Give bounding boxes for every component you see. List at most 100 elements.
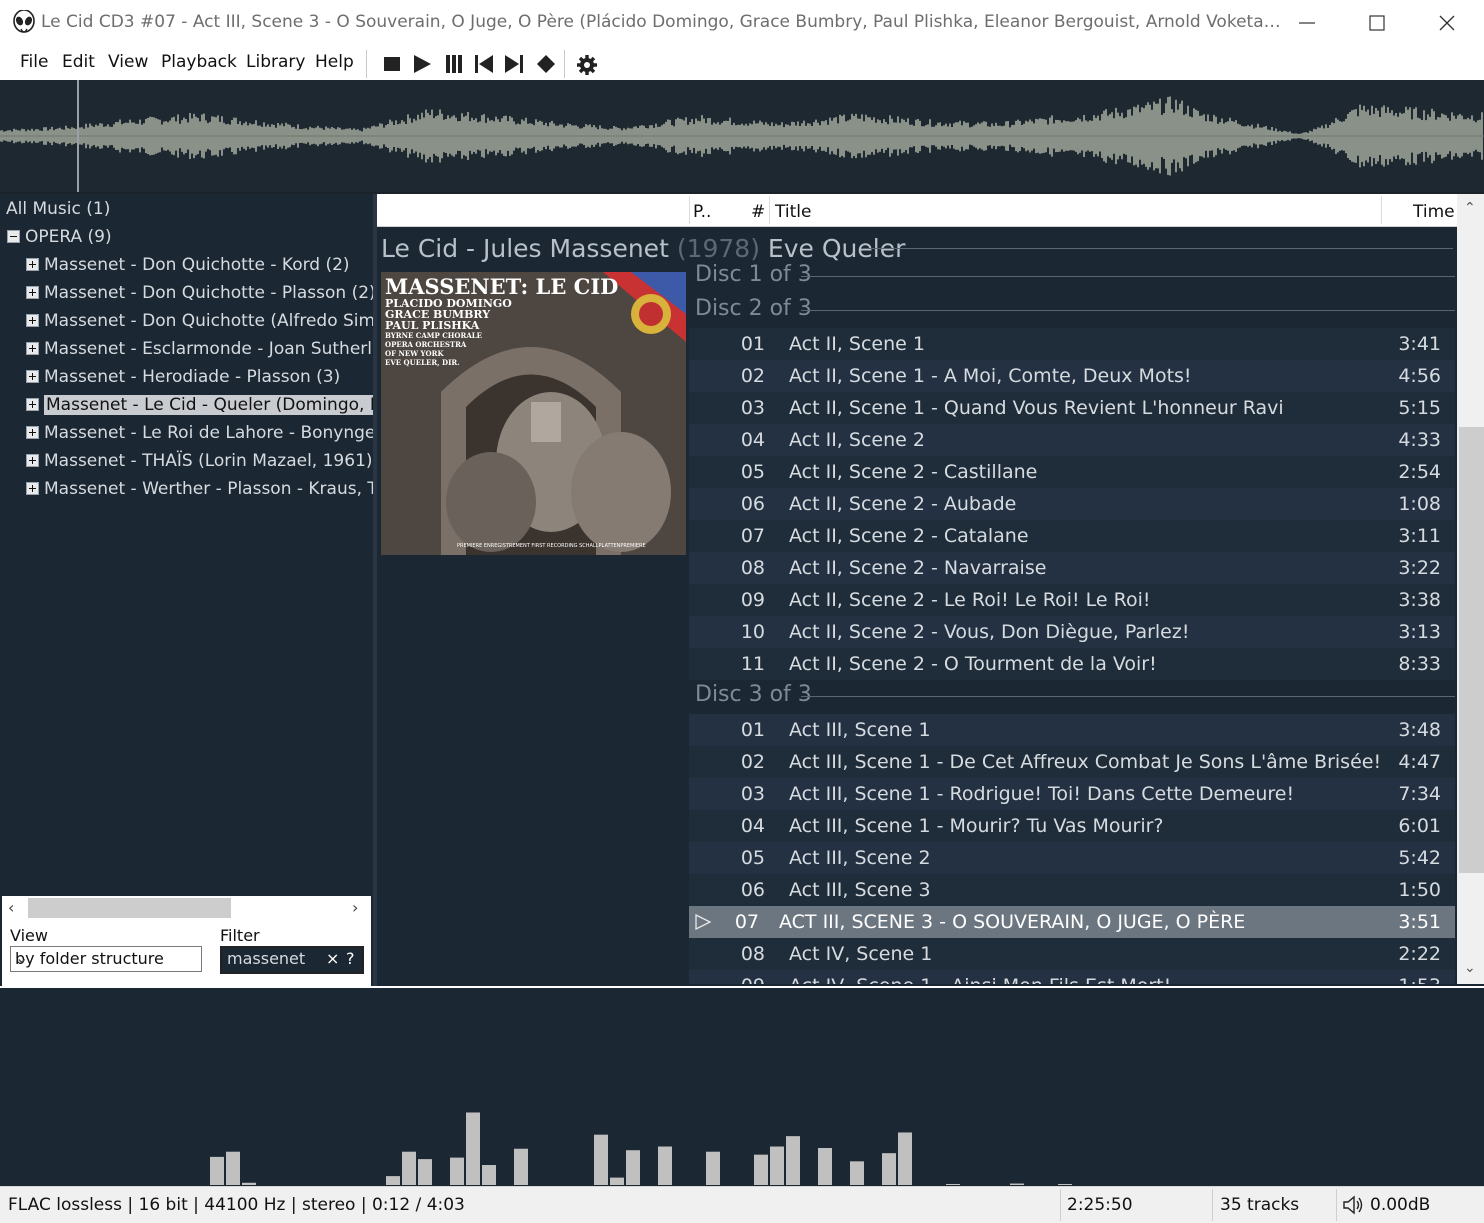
spectrum-visualizer bbox=[0, 988, 1484, 1186]
tree-item[interactable]: Massenet - Le Cid - Queler (Domingo, Bum… bbox=[0, 391, 373, 419]
track-number: 09 bbox=[719, 975, 765, 984]
track-row[interactable]: 08 Act IV, Scene 1 2:22 bbox=[689, 938, 1455, 970]
expand-icon[interactable] bbox=[26, 314, 39, 327]
track-row[interactable]: 01 Act II, Scene 1 3:41 bbox=[689, 328, 1455, 360]
pause-button[interactable] bbox=[440, 50, 468, 78]
previous-button[interactable] bbox=[470, 50, 498, 78]
track-number: 07 bbox=[740, 525, 765, 547]
stop-button[interactable] bbox=[378, 50, 406, 78]
next-button[interactable] bbox=[500, 50, 528, 78]
tree-item[interactable]: Massenet - Le Roi de Lahore - Bonynge (S… bbox=[0, 419, 373, 447]
track-duration: 3:51 bbox=[1398, 911, 1441, 933]
track-duration: 4:33 bbox=[1398, 429, 1441, 451]
scrollbar-thumb[interactable] bbox=[1459, 427, 1484, 873]
expand-icon[interactable] bbox=[26, 370, 39, 383]
tree-item[interactable]: Massenet - Esclarmonde - Joan Sutherland bbox=[0, 335, 373, 363]
disc-header[interactable]: Disc 3 of 3 bbox=[695, 680, 1455, 710]
expand-icon[interactable] bbox=[26, 398, 39, 411]
tree-item[interactable]: Massenet - Don Quichotte (Alfredo Simone… bbox=[0, 307, 373, 335]
scroll-left-icon[interactable]: ‹ bbox=[8, 898, 14, 917]
expand-icon[interactable] bbox=[26, 258, 39, 271]
track-row[interactable]: 08 Act II, Scene 2 - Navarraise 3:22 bbox=[689, 552, 1455, 584]
disc-header[interactable]: Disc 1 of 3 bbox=[695, 260, 1455, 290]
tree-group-opera[interactable]: OPERA (9) bbox=[0, 223, 373, 251]
tree-item-label: Massenet - Herodiade - Plasson (3) bbox=[44, 367, 341, 387]
track-title: ACT III, SCENE 3 - O SOUVERAIN, O JUGE, … bbox=[779, 911, 1246, 933]
random-button[interactable] bbox=[532, 50, 560, 78]
track-title: Act III, Scene 1 - De Cet Affreux Combat… bbox=[789, 751, 1382, 773]
close-button[interactable] bbox=[1412, 0, 1482, 46]
tree-item[interactable]: Massenet - Don Quichotte - Kord (2) bbox=[0, 251, 373, 279]
tree-item[interactable]: Massenet - Don Quichotte - Plasson (2) bbox=[0, 279, 373, 307]
status-bar: FLAC lossless | 16 bit | 44100 Hz | ster… bbox=[0, 1186, 1484, 1223]
track-row[interactable]: 05 Act III, Scene 2 5:42 bbox=[689, 842, 1455, 874]
menu-file[interactable]: File bbox=[20, 52, 48, 72]
scrollbar-thumb[interactable] bbox=[28, 898, 231, 918]
playlist-vertical-scrollbar[interactable]: ⌃ ⌄ bbox=[1457, 194, 1484, 984]
scroll-right-icon[interactable]: › bbox=[352, 898, 358, 917]
track-row[interactable]: 06 Act III, Scene 3 1:50 bbox=[689, 874, 1455, 906]
track-row[interactable]: 03 Act II, Scene 1 - Quand Vous Revient L… bbox=[689, 392, 1455, 424]
toolbar-separator bbox=[564, 50, 565, 78]
track-row[interactable]: 02 Act II, Scene 1 - A Moi, Comte, Deux M… bbox=[689, 360, 1455, 392]
tree-root-all-music[interactable]: All Music (1) bbox=[0, 195, 373, 223]
menu-view[interactable]: View bbox=[108, 52, 148, 72]
tree-item[interactable]: Massenet - THAÏS (Lorin Mazael, 1961) fl… bbox=[0, 447, 373, 475]
filter-help-icon[interactable]: ? bbox=[346, 949, 355, 968]
track-row[interactable]: 04 Act III, Scene 1 - Mourir? Tu Vas Mour… bbox=[689, 810, 1455, 842]
menu-edit[interactable]: Edit bbox=[62, 52, 95, 72]
tree-group-label: OPERA (9) bbox=[25, 227, 112, 247]
track-row[interactable]: 05 Act II, Scene 2 - Castillane 2:54 bbox=[689, 456, 1455, 488]
track-row[interactable]: 02 Act III, Scene 1 - De Cet Affreux Comb… bbox=[689, 746, 1455, 778]
track-row[interactable]: 06 Act II, Scene 2 - Aubade 1:08 bbox=[689, 488, 1455, 520]
track-duration: 3:38 bbox=[1398, 589, 1441, 611]
clear-filter-icon[interactable]: × bbox=[326, 949, 339, 968]
track-title: Act II, Scene 1 - Quand Vous Revient L'h… bbox=[789, 397, 1284, 419]
collapse-icon[interactable] bbox=[7, 230, 20, 243]
view-label: View bbox=[10, 926, 48, 945]
track-title: Act III, Scene 1 - Rodrigue! Toi! Dans C… bbox=[789, 783, 1295, 805]
expand-icon[interactable] bbox=[26, 286, 39, 299]
maximize-button[interactable] bbox=[1342, 0, 1412, 46]
tree-horizontal-scrollbar[interactable]: ‹ › bbox=[2, 896, 371, 920]
track-row[interactable]: 09 Act II, Scene 2 - Le Roi! Le Roi! Le R… bbox=[689, 584, 1455, 616]
status-volume[interactable]: 0.00dB bbox=[1370, 1195, 1430, 1215]
menu-help[interactable]: Help bbox=[315, 52, 354, 72]
track-row[interactable]: 11 Act II, Scene 2 - O Tourment de la Voi… bbox=[689, 648, 1455, 680]
menu-playback[interactable]: Playback bbox=[161, 52, 237, 72]
app-alien-icon[interactable] bbox=[12, 9, 36, 36]
track-title: Act II, Scene 1 bbox=[789, 333, 925, 355]
disc-header-rule bbox=[801, 310, 1455, 311]
filter-input[interactable]: massenet × ? bbox=[220, 946, 364, 974]
track-row[interactable]: 01 Act III, Scene 1 3:48 bbox=[689, 714, 1455, 746]
expand-icon[interactable] bbox=[26, 482, 39, 495]
expand-icon[interactable] bbox=[26, 426, 39, 439]
volume-icon[interactable] bbox=[1342, 1194, 1364, 1220]
track-row[interactable]: 07 Act II, Scene 2 - Catalane 3:11 bbox=[689, 520, 1455, 552]
waveform-graphic bbox=[0, 80, 1484, 192]
tree-item[interactable]: Massenet - Herodiade - Plasson (3) bbox=[0, 363, 373, 391]
track-row[interactable]: 10 Act II, Scene 2 - Vous, Don Diègue, Pa… bbox=[689, 616, 1455, 648]
track-row-playing[interactable]: 07 ACT III, SCENE 3 - O SOUVERAIN, O JUGE… bbox=[689, 906, 1455, 938]
expand-icon[interactable] bbox=[26, 342, 39, 355]
tree-item-label: Massenet - Don Quichotte - Plasson (2) bbox=[44, 283, 373, 303]
track-title: Act IV, Scene 1 - Ainsi Mon Fils Est Mor… bbox=[789, 975, 1171, 984]
expand-icon[interactable] bbox=[26, 454, 39, 467]
track-number: 04 bbox=[740, 815, 765, 837]
minimize-button[interactable] bbox=[1272, 0, 1342, 46]
scroll-up-icon[interactable]: ⌃ bbox=[1464, 200, 1476, 216]
track-title: Act II, Scene 2 - Castillane bbox=[789, 461, 1038, 483]
menu-library[interactable]: Library bbox=[246, 52, 305, 72]
disc-header[interactable]: Disc 2 of 3 bbox=[695, 294, 1455, 324]
scroll-down-icon[interactable]: ⌄ bbox=[1464, 960, 1476, 976]
track-row[interactable]: 09 Act IV, Scene 1 - Ainsi Mon Fils Est M… bbox=[689, 970, 1455, 984]
track-row[interactable]: 04 Act II, Scene 2 4:33 bbox=[689, 424, 1455, 456]
track-row[interactable]: 03 Act III, Scene 1 - Rodrigue! Toi! Dans… bbox=[689, 778, 1455, 810]
track-duration: 4:47 bbox=[1398, 751, 1441, 773]
tree-item[interactable]: Massenet - Werther - Plasson - Kraus, Tr… bbox=[0, 475, 373, 503]
settings-button[interactable] bbox=[572, 50, 600, 78]
play-button[interactable] bbox=[408, 50, 436, 78]
waveform-seekbar[interactable] bbox=[0, 80, 1484, 194]
view-dropdown[interactable]: by folder structure ⌄ bbox=[10, 946, 202, 972]
spectrum-bar bbox=[706, 1151, 720, 1185]
